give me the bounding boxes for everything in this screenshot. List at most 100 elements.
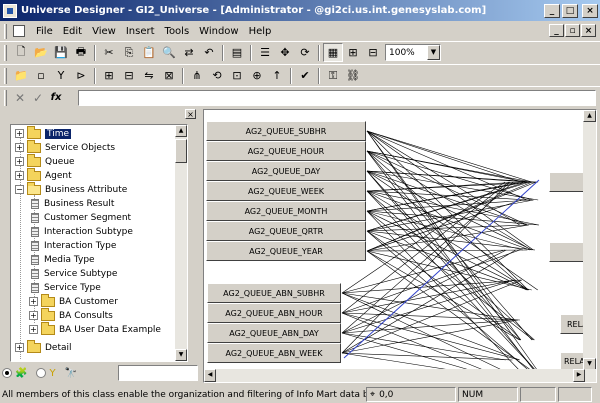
find-icon[interactable]: 🔍: [159, 43, 179, 62]
paste-icon[interactable]: 📋: [139, 43, 159, 62]
cancel-icon[interactable]: ✕: [11, 89, 29, 107]
expand-icon[interactable]: +: [29, 325, 38, 334]
detect-cardinality-icon[interactable]: ⋔: [187, 66, 207, 85]
menu-file[interactable]: File: [31, 26, 58, 37]
scroll-thumb[interactable]: [175, 139, 187, 163]
tree-item[interactable]: Interaction Subtype: [31, 225, 133, 238]
chevron-down-icon[interactable]: ▼: [427, 45, 440, 60]
close-pane-button[interactable]: ×: [185, 109, 196, 119]
expand-icon[interactable]: +: [15, 171, 24, 180]
open-icon[interactable]: 📂: [31, 43, 51, 62]
table-ag2-queue-abn-day[interactable]: AG2_QUEUE_ABN_DAY: [207, 323, 341, 343]
save-icon[interactable]: 💾: [51, 43, 71, 62]
tree-item[interactable]: + Time: [15, 127, 71, 140]
properties-icon[interactable]: ▤: [227, 43, 247, 62]
menu-help[interactable]: Help: [244, 26, 277, 37]
find-icon[interactable]: 🔭: [65, 368, 77, 379]
tree-item[interactable]: + BA Consults: [29, 309, 113, 322]
menu-edit[interactable]: Edit: [58, 26, 87, 37]
detect-aliases-icon[interactable]: ⊕: [247, 66, 267, 85]
tree-item[interactable]: Media Type: [31, 253, 95, 266]
table-ag2-queue-abn-week[interactable]: AG2_QUEUE_ABN_WEEK: [207, 343, 341, 363]
app-icon[interactable]: [3, 4, 17, 18]
detect-loops-icon[interactable]: ⟲: [207, 66, 227, 85]
table-ag2-queue-week[interactable]: AG2_QUEUE_WEEK: [206, 181, 366, 201]
new-icon[interactable]: 🗋: [11, 43, 31, 62]
minimize-button[interactable]: _: [544, 4, 560, 18]
list-mode-icon[interactable]: ☰: [255, 43, 275, 62]
scroll-down-icon[interactable]: ▼: [175, 349, 187, 361]
expand-icon[interactable]: +: [15, 157, 24, 166]
expand-icon[interactable]: +: [15, 343, 24, 352]
undo-icon[interactable]: ↶: [199, 43, 219, 62]
detect-contexts-icon[interactable]: ⊡: [227, 66, 247, 85]
scroll-up-icon[interactable]: ▲: [175, 125, 187, 137]
tree-item[interactable]: + Service Objects: [15, 141, 115, 154]
menu-tools[interactable]: Tools: [160, 26, 195, 37]
menu-window[interactable]: Window: [194, 26, 243, 37]
arrange-icon[interactable]: ✥: [275, 43, 295, 62]
mdi-minimize-button[interactable]: _: [549, 24, 564, 37]
print-icon[interactable]: 🖶: [71, 43, 91, 62]
insert-object-icon[interactable]: ▫: [31, 66, 51, 85]
toolbar-grip[interactable]: [4, 68, 7, 84]
table-ag2-queue-month[interactable]: AG2_QUEUE_MONTH: [206, 201, 366, 221]
security-icon[interactable]: ⚿: [323, 66, 343, 85]
close-button[interactable]: ×: [582, 4, 598, 18]
tree-item[interactable]: + Detail: [15, 341, 72, 354]
insert-join-icon[interactable]: ⊟: [119, 66, 139, 85]
scroll-up-icon[interactable]: ▲: [583, 110, 596, 122]
table-ag2-queue-abn-subhr[interactable]: AG2_QUEUE_ABN_SUBHR: [207, 283, 341, 303]
find-input[interactable]: [118, 365, 198, 381]
table-ag2-queue-day[interactable]: AG2_QUEUE_DAY: [206, 161, 366, 181]
formula-input[interactable]: [78, 90, 596, 106]
structure-pane[interactable]: AG2_QUEUE_SUBHR AG2_QUEUE_HOUR AG2_QUEUE…: [203, 109, 597, 383]
table-ag2-queue-qrtr[interactable]: AG2_QUEUE_QRTR: [206, 221, 366, 241]
tree-item[interactable]: Service Subtype: [31, 267, 117, 280]
insert-condition-icon[interactable]: Y: [51, 66, 71, 85]
table-view-icon[interactable]: ▦: [323, 43, 343, 62]
table-ag2-queue-hour[interactable]: AG2_QUEUE_HOUR: [206, 141, 366, 161]
insert-filter-icon[interactable]: ⊳: [71, 66, 91, 85]
tree-item[interactable]: + Queue: [15, 155, 75, 168]
links-icon[interactable]: ⛓: [343, 66, 363, 85]
tree-item[interactable]: Service Type: [31, 281, 101, 294]
table-ag2-queue-abn-hour[interactable]: AG2_QUEUE_ABN_HOUR: [207, 303, 341, 323]
structure-hscrollbar[interactable]: ◀ ▶: [204, 369, 597, 382]
tree-item[interactable]: Business Result: [31, 197, 114, 210]
expand-icon[interactable]: +: [29, 297, 38, 306]
replace-icon[interactable]: ⇄: [179, 43, 199, 62]
zoom-select[interactable]: 100% ▼: [385, 44, 441, 61]
menu-insert[interactable]: Insert: [121, 26, 160, 37]
expand-icon[interactable]: +: [15, 143, 24, 152]
tree-item[interactable]: + Agent: [15, 169, 72, 182]
scroll-right-icon[interactable]: ▶: [573, 369, 585, 382]
copy-icon[interactable]: ⎘: [119, 43, 139, 62]
structure-vscrollbar[interactable]: ▲ ▼: [583, 110, 596, 370]
collapse-icon[interactable]: −: [15, 185, 24, 194]
cut-icon[interactable]: ✂: [99, 43, 119, 62]
toolbar-grip[interactable]: [4, 90, 7, 106]
insert-context-icon[interactable]: ⊠: [159, 66, 179, 85]
expand-icon[interactable]: +: [29, 311, 38, 320]
scroll-left-icon[interactable]: ◀: [204, 369, 216, 382]
classes-objects-radio[interactable]: [2, 368, 12, 378]
mdi-close-button[interactable]: ×: [581, 24, 596, 37]
confirm-icon[interactable]: ✓: [29, 89, 47, 107]
grid-view-icon[interactable]: ⊟: [363, 43, 383, 62]
contexts-icon[interactable]: ↑: [267, 66, 287, 85]
column-view-icon[interactable]: ⊞: [343, 43, 363, 62]
insert-table-icon[interactable]: ⊞: [99, 66, 119, 85]
refresh-icon[interactable]: ⟳: [295, 43, 315, 62]
menu-view[interactable]: View: [87, 26, 121, 37]
detect-joins-icon[interactable]: ⇋: [139, 66, 159, 85]
insert-class-icon[interactable]: 📁: [11, 66, 31, 85]
tree-item[interactable]: + BA User Data Example: [29, 323, 161, 336]
table-ag2-queue-subhr[interactable]: AG2_QUEUE_SUBHR: [206, 121, 366, 141]
tree-item[interactable]: + BA Customer: [29, 295, 118, 308]
check-integrity-icon[interactable]: ✔: [295, 66, 315, 85]
maximize-button[interactable]: □: [562, 4, 578, 18]
document-icon[interactable]: [13, 25, 25, 37]
toolbar-grip[interactable]: [4, 45, 7, 61]
tree-item[interactable]: Interaction Type: [31, 239, 116, 252]
